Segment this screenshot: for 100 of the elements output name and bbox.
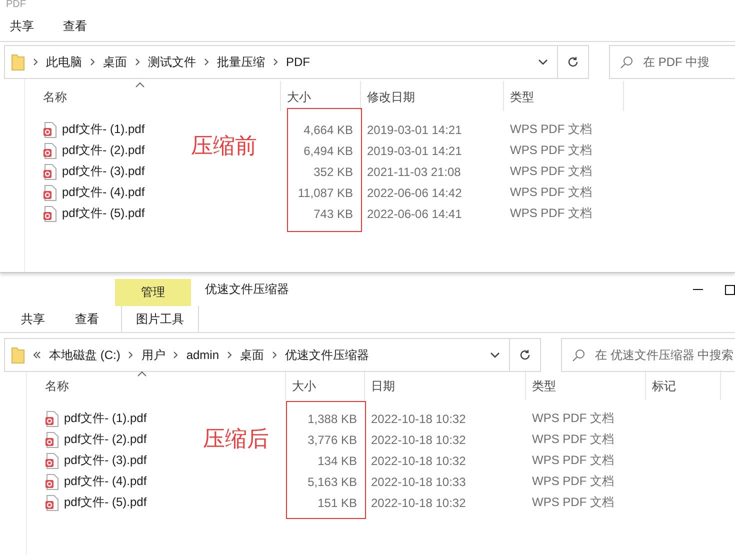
table-cell-text: 2019-03-01 14:21 bbox=[366, 122, 463, 136]
table-cell-text: WPS PDF 文档 bbox=[509, 184, 594, 201]
column-header[interactable]: 大小 bbox=[286, 370, 365, 400]
table-cell-text: 3,776 KB bbox=[306, 432, 358, 446]
table-cell-text: 2022-10-18 10:32 bbox=[370, 412, 467, 426]
column-header[interactable]: 大小 bbox=[281, 81, 361, 111]
table-cell-text: 5,163 KB bbox=[306, 474, 358, 488]
minimize-icon[interactable] bbox=[693, 288, 703, 290]
column-header[interactable]: 名称 bbox=[27, 370, 286, 400]
chevron-icon bbox=[272, 351, 278, 359]
file-name[interactable]: pdf文件- (3).pdf bbox=[64, 452, 147, 469]
table-cell-text: 2022-10-18 10:32 bbox=[370, 496, 467, 510]
refresh-icon[interactable] bbox=[519, 349, 531, 361]
search-field[interactable]: 在 PDF 中搜 bbox=[609, 45, 735, 79]
folder-icon bbox=[11, 53, 25, 71]
column-header[interactable]: 名称 bbox=[25, 81, 281, 111]
file-name[interactable]: pdf文件- (2).pdf bbox=[62, 142, 145, 159]
column-header[interactable]: 标记 bbox=[646, 370, 721, 400]
ribbon-tab[interactable]: 查看 bbox=[60, 310, 114, 328]
breadcrumb[interactable]: 桌面 bbox=[240, 346, 264, 364]
table-cell-text: 134 KB bbox=[316, 454, 358, 468]
search-icon bbox=[620, 56, 633, 68]
address-bar[interactable]: 此电脑 桌面 测试文件 批量压缩 PDF bbox=[4, 45, 589, 79]
window-title: 优速文件压缩器 bbox=[204, 281, 289, 298]
table-cell-text: WPS PDF 文档 bbox=[531, 452, 616, 469]
table-cell-text: WPS PDF 文档 bbox=[531, 494, 616, 511]
table-cell-text: WPS PDF 文档 bbox=[509, 142, 594, 159]
file-name[interactable]: pdf文件- (4).pdf bbox=[64, 473, 147, 490]
table-cell-text: 2022-10-18 10:33 bbox=[370, 474, 467, 488]
ribbon-tab[interactable]: 共享 bbox=[6, 310, 60, 328]
chevron-icon bbox=[273, 58, 278, 66]
table-cell-text: WPS PDF 文档 bbox=[509, 121, 594, 138]
refresh-icon[interactable] bbox=[567, 56, 579, 68]
file-name[interactable]: pdf文件- (2).pdf bbox=[64, 431, 147, 448]
breadcrumb[interactable]: 用户 bbox=[141, 346, 166, 364]
pdf-file-icon bbox=[45, 494, 59, 510]
window-title: PDF bbox=[5, 0, 26, 10]
table-cell-text: 1,388 KB bbox=[306, 412, 358, 426]
breadcrumb[interactable]: 优速文件压缩器 bbox=[285, 346, 370, 364]
file-name[interactable]: pdf文件- (3).pdf bbox=[62, 163, 145, 180]
search-icon bbox=[572, 348, 585, 362]
table-cell-text: 6,494 KB bbox=[302, 144, 354, 158]
column-header[interactable]: 修改日期 bbox=[361, 81, 504, 111]
table-cell-text: 743 KB bbox=[312, 206, 354, 220]
pdf-file-icon bbox=[45, 432, 59, 448]
pdf-file-icon bbox=[45, 474, 59, 490]
breadcrumb[interactable]: PDF bbox=[286, 55, 310, 69]
file-name[interactable]: pdf文件- (1).pdf bbox=[62, 121, 145, 138]
double-chevron-icon[interactable] bbox=[33, 351, 41, 359]
chevron-icon bbox=[227, 351, 232, 359]
chevron-icon bbox=[135, 58, 140, 66]
column-header[interactable]: 类型 bbox=[504, 81, 624, 111]
pdf-file-icon bbox=[43, 122, 57, 138]
breadcrumb[interactable]: 测试文件 bbox=[148, 54, 196, 70]
chevron-icon bbox=[128, 351, 134, 359]
chevron-icon bbox=[173, 351, 178, 359]
file-name[interactable]: pdf文件- (5).pdf bbox=[62, 205, 145, 222]
chevron-icon bbox=[90, 58, 95, 66]
address-bar[interactable]: 本地磁盘 (C:) 用户 admin 桌面 优速文件压缩器 bbox=[4, 338, 541, 372]
breadcrumb[interactable]: 本地磁盘 (C:) bbox=[49, 346, 120, 364]
search-field[interactable]: 在 优速文件压缩器 中搜索 bbox=[561, 338, 735, 372]
column-header[interactable]: 日期 bbox=[365, 370, 526, 400]
table-cell-text: 151 KB bbox=[316, 496, 358, 510]
pdf-file-icon bbox=[43, 142, 57, 158]
file-name[interactable]: pdf文件- (1).pdf bbox=[64, 410, 147, 427]
pdf-file-icon bbox=[45, 410, 59, 426]
pdf-file-icon bbox=[43, 206, 57, 222]
file-name[interactable]: pdf文件- (5).pdf bbox=[64, 494, 147, 511]
dropdown-icon[interactable] bbox=[490, 352, 500, 358]
pdf-file-icon bbox=[45, 452, 59, 468]
sort-caret-icon bbox=[137, 371, 147, 377]
table-cell-text: WPS PDF 文档 bbox=[531, 473, 616, 490]
pdf-file-icon bbox=[43, 164, 57, 180]
table-cell-text: 2021-11-03 21:08 bbox=[366, 164, 462, 178]
breadcrumb[interactable]: 此电脑 bbox=[46, 54, 82, 70]
file-name[interactable]: pdf文件- (4).pdf bbox=[62, 184, 145, 201]
maximize-icon[interactable] bbox=[725, 284, 735, 294]
chevron-icon bbox=[204, 58, 209, 66]
breadcrumb[interactable]: admin bbox=[186, 348, 220, 362]
table-cell-text: 2022-06-06 14:42 bbox=[366, 186, 463, 200]
pdf-file-icon bbox=[43, 184, 57, 200]
table-cell-text: WPS PDF 文档 bbox=[531, 431, 616, 448]
breadcrumb[interactable]: 桌面 bbox=[103, 54, 127, 70]
table-cell-text: WPS PDF 文档 bbox=[531, 410, 616, 427]
breadcrumb[interactable]: 批量压缩 bbox=[217, 54, 265, 70]
chevron-icon bbox=[33, 58, 38, 66]
ribbon-tab[interactable]: 共享 bbox=[0, 18, 44, 35]
table-cell-text: 11,087 KB bbox=[296, 186, 354, 200]
sort-caret-icon bbox=[135, 82, 145, 88]
manage-context-tab[interactable]: 管理 bbox=[115, 279, 191, 306]
dropdown-icon[interactable] bbox=[538, 59, 548, 65]
table-cell-text: 2022-10-18 10:32 bbox=[370, 432, 467, 446]
column-header[interactable]: 类型 bbox=[526, 370, 646, 400]
table-cell-text: WPS PDF 文档 bbox=[509, 163, 594, 180]
annotation-label: 压缩后 bbox=[203, 425, 269, 453]
table-cell-text: 4,664 KB bbox=[302, 122, 354, 136]
ribbon-tab[interactable]: 查看 bbox=[44, 18, 106, 35]
table-cell-text: WPS PDF 文档 bbox=[509, 205, 594, 222]
table-cell-text: 2022-10-18 10:32 bbox=[370, 454, 467, 468]
table-cell-text: 352 KB bbox=[312, 164, 354, 178]
